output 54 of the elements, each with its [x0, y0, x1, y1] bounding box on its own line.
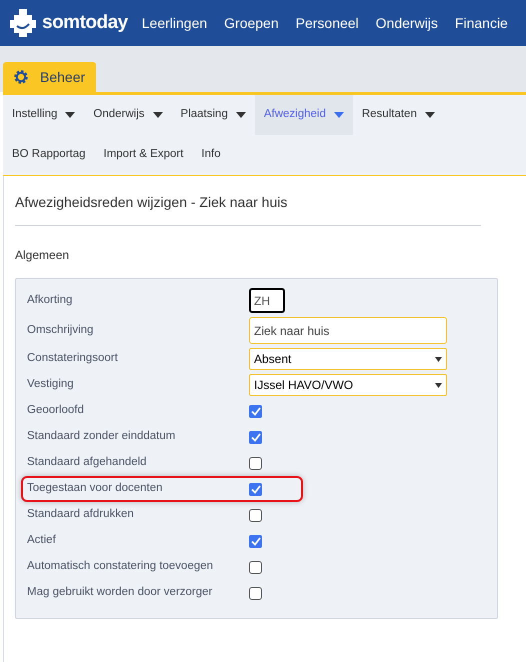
checkbox[interactable] — [249, 430, 262, 444]
select-field[interactable]: Absent — [249, 348, 447, 370]
gear-icon — [13, 69, 29, 85]
checkbox[interactable] — [249, 586, 262, 600]
field-label: Standaard zonder einddatum — [27, 429, 176, 444]
field-label: Toegestaan voor docenten — [27, 481, 164, 496]
check-icon — [250, 432, 260, 442]
nav-link[interactable]: Leerlingen — [142, 12, 208, 34]
menu-item[interactable]: Plaatsing — [172, 95, 255, 135]
caret-icon — [334, 112, 344, 118]
menu-item[interactable]: Import & Export — [94, 135, 192, 175]
field-label: Constateringsoort — [27, 351, 119, 366]
caret-icon — [435, 356, 442, 362]
module-tab[interactable]: Beheer — [3, 62, 96, 92]
input-field[interactable]: Ziek naar huis — [249, 317, 447, 344]
field-label: Automatisch constatering toevoegen — [27, 559, 214, 574]
checkbox[interactable] — [249, 560, 262, 574]
section-title: Algemeen — [15, 247, 70, 264]
menu-item[interactable]: Onderwijs — [84, 95, 172, 135]
field-label: Standaard afdrukken — [27, 507, 135, 522]
field-label: Vestiging — [27, 377, 75, 392]
nav-link[interactable]: Financie — [454, 12, 508, 34]
caret-icon — [424, 112, 435, 118]
caret-icon — [65, 112, 76, 118]
checkbox[interactable] — [249, 456, 262, 470]
check-icon — [250, 536, 260, 546]
select-field[interactable]: IJssel HAVO/VWO — [249, 374, 447, 396]
field-label: Mag gebruikt worden door verzorger — [27, 585, 214, 600]
field-label: Standaard afgehandeld — [27, 455, 148, 470]
logo-text: somtoday — [42, 10, 128, 35]
field-label: Actief — [27, 533, 57, 548]
checkbox[interactable] — [249, 534, 262, 548]
menu-item[interactable]: Info — [192, 135, 230, 175]
field-label: Geoorloofd — [27, 403, 85, 418]
checkbox[interactable] — [249, 482, 262, 496]
check-icon — [250, 406, 260, 416]
nav-link[interactable]: Groepen — [224, 12, 279, 34]
logo-icon — [10, 9, 36, 37]
menu-item[interactable]: Resultaten — [352, 95, 444, 135]
page-title: Afwezigheidsreden wijzigen - Ziek naar huis — [15, 192, 481, 226]
caret-icon — [435, 382, 442, 388]
checkbox[interactable] — [249, 508, 262, 522]
caret-icon — [152, 112, 163, 118]
caret-icon — [236, 112, 246, 118]
check-icon — [250, 484, 260, 494]
menu-item[interactable]: Afwezigheid — [254, 95, 353, 135]
input-field[interactable]: ZH — [249, 288, 285, 313]
nav-link[interactable]: Personeel — [296, 12, 359, 34]
field-label: Afkorting — [27, 292, 74, 308]
menu-item[interactable]: BO Rapportag — [3, 135, 95, 175]
checkbox[interactable] — [249, 404, 262, 418]
field-label: Omschrijving — [27, 322, 94, 338]
nav-link[interactable]: Onderwijs — [376, 12, 438, 34]
menu-item[interactable]: Instelling — [3, 95, 84, 135]
